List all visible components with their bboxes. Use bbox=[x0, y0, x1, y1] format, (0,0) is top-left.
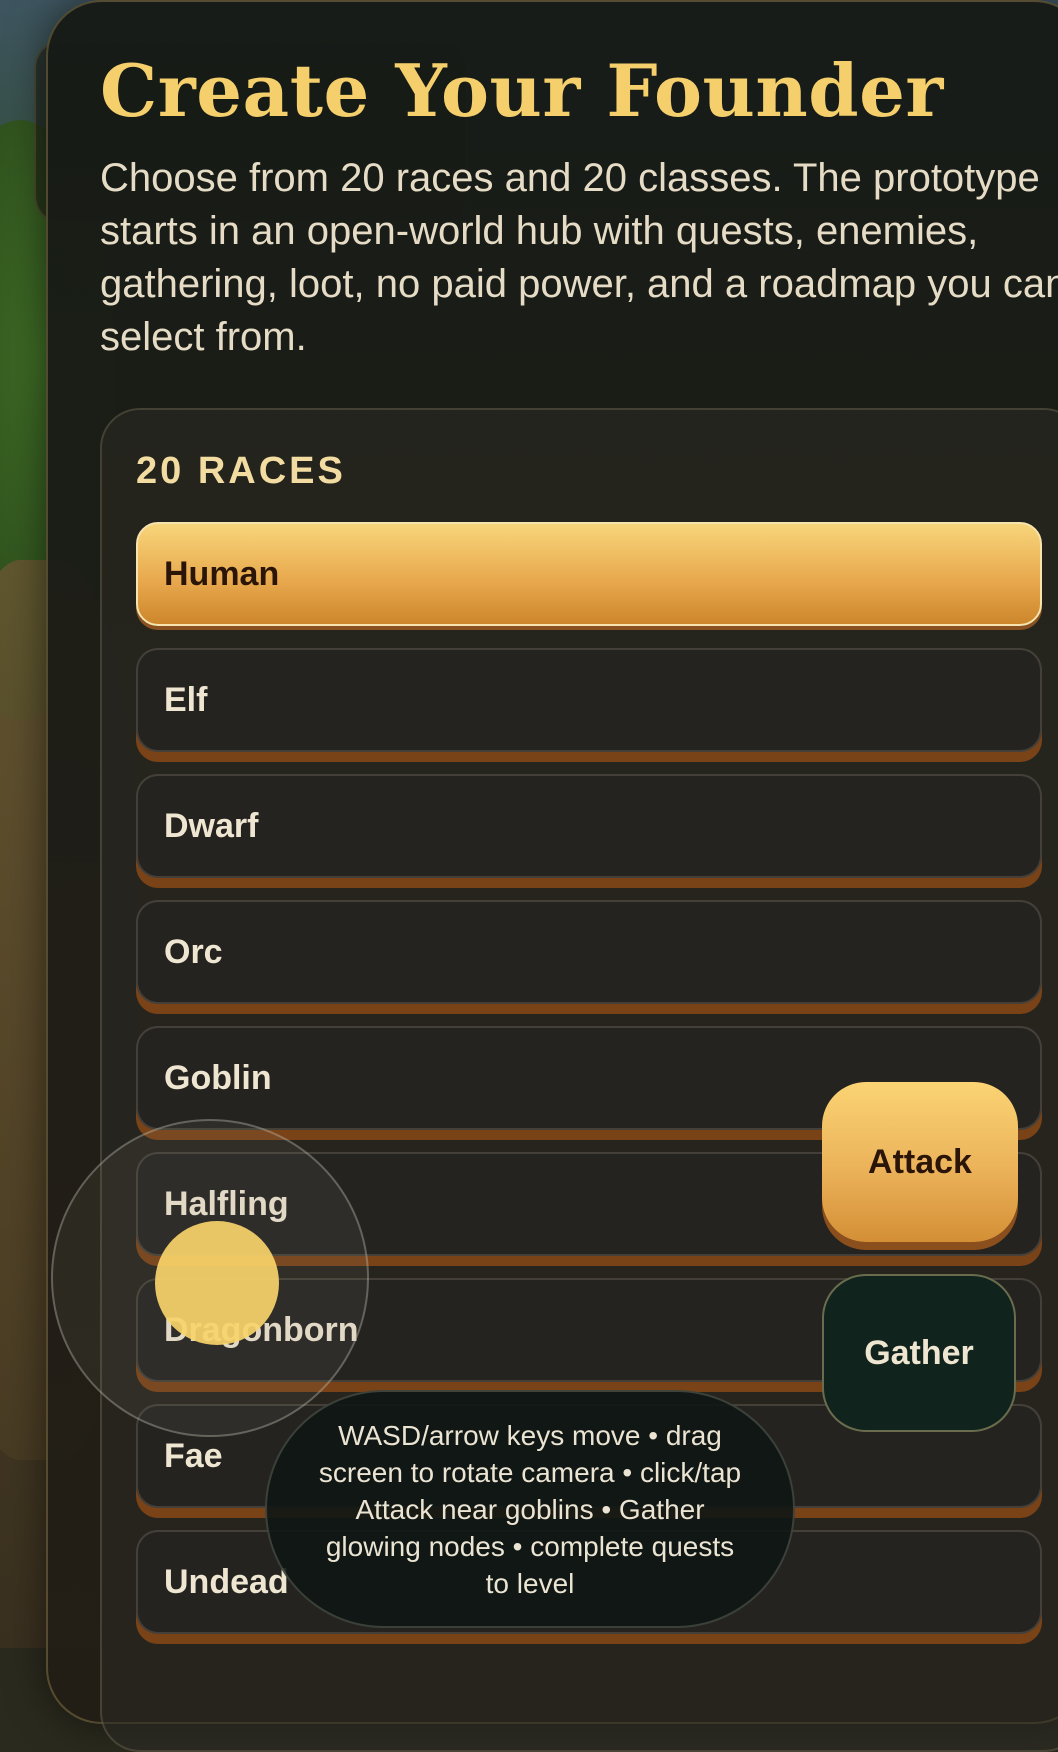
race-option-dwarf[interactable]: Dwarf bbox=[136, 774, 1042, 878]
attack-button[interactable]: Attack bbox=[822, 1082, 1018, 1242]
race-option-human[interactable]: Human bbox=[136, 522, 1042, 626]
page-subtitle: Choose from 20 races and 20 classes. The… bbox=[100, 156, 1058, 359]
race-label: Undead bbox=[164, 1562, 289, 1601]
controls-hint-text: WASD/arrow keys move • drag screen to ro… bbox=[318, 1419, 742, 1599]
race-option-elf[interactable]: Elf bbox=[136, 648, 1042, 752]
race-label: Dwarf bbox=[164, 806, 259, 845]
race-label: Orc bbox=[164, 932, 223, 971]
race-label: Fae bbox=[164, 1436, 223, 1475]
race-label: Goblin bbox=[164, 1058, 272, 1097]
race-option-orc[interactable]: Orc bbox=[136, 900, 1042, 1004]
controls-hint: WASD/arrow keys move • drag screen to ro… bbox=[265, 1390, 795, 1628]
races-heading: 20 RACES bbox=[136, 450, 346, 492]
gather-button[interactable]: Gather bbox=[822, 1274, 1016, 1432]
race-label: Human bbox=[164, 554, 280, 593]
gather-label: Gather bbox=[864, 1333, 974, 1372]
attack-label: Attack bbox=[868, 1142, 972, 1181]
joystick-knob[interactable] bbox=[155, 1221, 279, 1345]
race-label: Elf bbox=[164, 680, 208, 719]
page-title: Create Your Founder bbox=[100, 48, 944, 133]
